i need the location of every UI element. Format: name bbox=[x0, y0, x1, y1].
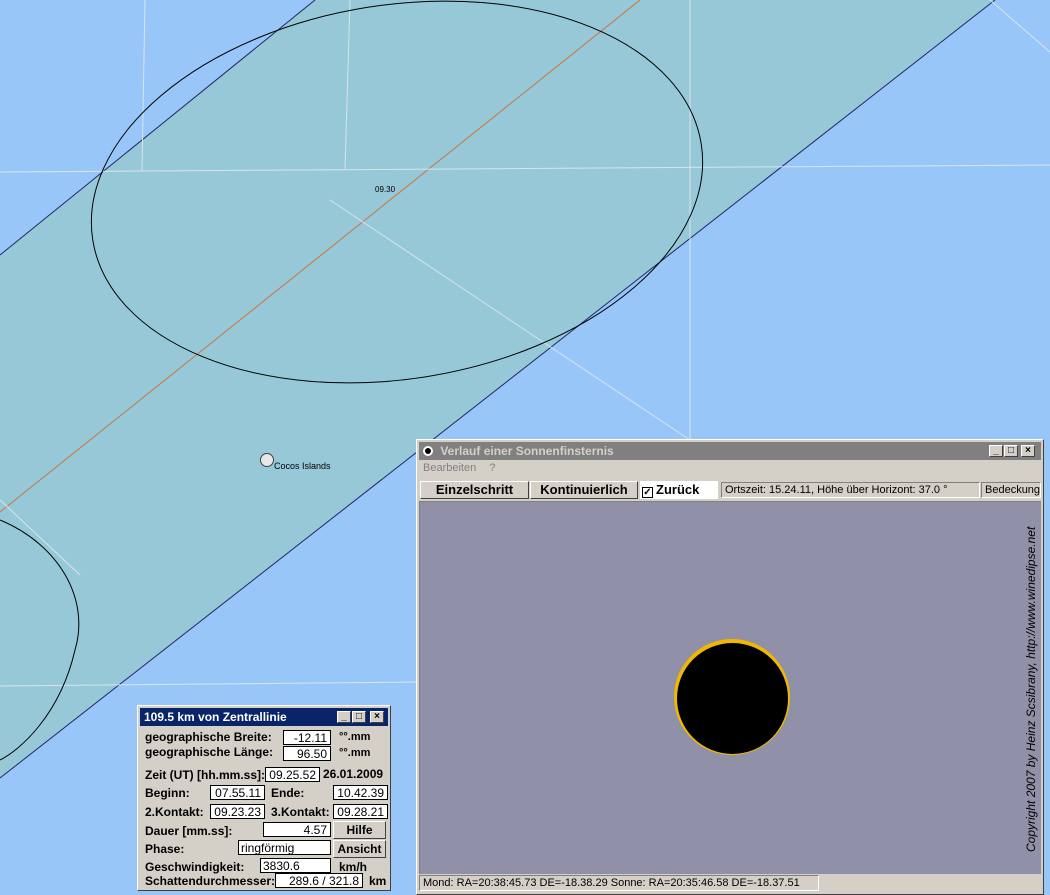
date-label: 26.01.2009 bbox=[323, 767, 384, 781]
local-time-status: Ortszeit: 15.24.11, Höhe über Horizont: … bbox=[721, 482, 980, 498]
help-button[interactable]: Hilfe bbox=[333, 821, 386, 839]
shadow-diameter-label: Schattendurchmesser: bbox=[145, 874, 276, 888]
duration-field[interactable]: 4.57 bbox=[263, 822, 331, 837]
contact2-field[interactable]: 09.23.23 bbox=[210, 804, 265, 819]
cocos-islands-marker[interactable] bbox=[260, 453, 274, 467]
app-icon bbox=[423, 446, 433, 456]
speed-unit: km/h bbox=[339, 860, 368, 874]
latitude-unit: °°.mm bbox=[339, 731, 371, 743]
single-step-button[interactable]: Einzelschritt bbox=[420, 481, 529, 499]
contact3-field[interactable]: 09.28.21 bbox=[333, 804, 388, 819]
menubar: Bearbeiten ? bbox=[423, 462, 505, 478]
longitude-field[interactable]: 96.50 bbox=[283, 746, 331, 761]
menu-help[interactable]: ? bbox=[489, 462, 495, 474]
copyright-text: Copyright 2007 by Heinz Scsibrany, http:… bbox=[1024, 526, 1038, 852]
speed-field[interactable]: 3830.6 bbox=[260, 858, 331, 873]
maximize-button[interactable]: □ bbox=[1004, 445, 1018, 457]
phase-field[interactable]: ringförmig bbox=[238, 840, 331, 855]
back-checkbox-group[interactable]: ✓ Zurück bbox=[640, 481, 718, 499]
time-label: Zeit (UT) [hh.mm.ss]: bbox=[145, 768, 265, 782]
contact3-label: 3.Kontakt: bbox=[271, 805, 330, 819]
view-button[interactable]: Ansicht bbox=[333, 840, 386, 858]
info-window[interactable]: 109.5 km von Zentrallinie _ □ × geograph… bbox=[137, 705, 391, 891]
phase-label: Phase: bbox=[145, 842, 185, 856]
eclipse-window-titlebar[interactable]: Verlauf einer Sonnenfinsternis bbox=[419, 442, 1041, 460]
continuous-button[interactable]: Kontinuierlich bbox=[530, 481, 638, 499]
info-maximize-button[interactable]: □ bbox=[352, 711, 366, 723]
menu-bearbeiten[interactable]: Bearbeiten bbox=[423, 462, 476, 474]
sky-view[interactable]: Copyright 2007 by Heinz Scsibrany, http:… bbox=[419, 501, 1041, 874]
shadow-diameter-unit: km bbox=[369, 874, 387, 888]
longitude-label: geographische Länge: bbox=[145, 745, 274, 759]
info-close-button[interactable]: × bbox=[370, 711, 384, 723]
contact2-label: 2.Kontakt: bbox=[145, 805, 204, 819]
latitude-field[interactable]: -12.11 bbox=[283, 730, 331, 745]
cocos-islands-label: Cocos Islands bbox=[274, 461, 331, 471]
end-field[interactable]: 10.42.39 bbox=[333, 785, 388, 800]
latitude-label: geographische Breite: bbox=[145, 730, 272, 744]
moon-disk bbox=[677, 643, 788, 754]
info-minimize-button[interactable]: _ bbox=[337, 711, 351, 723]
back-checkbox-label: Zurück bbox=[656, 482, 700, 497]
back-checkbox[interactable]: ✓ bbox=[642, 487, 653, 498]
longitude-unit: °°.mm bbox=[339, 747, 371, 759]
time-field[interactable]: 09.25.52 bbox=[265, 767, 320, 782]
shadow-diameter-field[interactable]: 289.6 / 321.8 bbox=[275, 873, 363, 888]
begin-label: Beginn: bbox=[145, 786, 190, 800]
end-label: Ende: bbox=[271, 786, 305, 800]
duration-label: Dauer [mm.ss]: bbox=[145, 824, 233, 838]
speed-label: Geschwindigkeit: bbox=[145, 860, 245, 874]
close-button[interactable]: × bbox=[1021, 445, 1035, 457]
minimize-button[interactable]: _ bbox=[989, 445, 1003, 457]
eclipse-window[interactable]: Verlauf einer Sonnenfinsternis _ □ × Bea… bbox=[416, 439, 1044, 895]
coordinates-status: Mond: RA=20:38:45.73 DE=-18.38.29 Sonne:… bbox=[419, 875, 819, 891]
begin-field[interactable]: 07.55.11 bbox=[210, 785, 265, 800]
time-label: 09.30 bbox=[375, 185, 396, 194]
eclipse-window-title: Verlauf einer Sonnenfinsternis bbox=[440, 444, 614, 458]
